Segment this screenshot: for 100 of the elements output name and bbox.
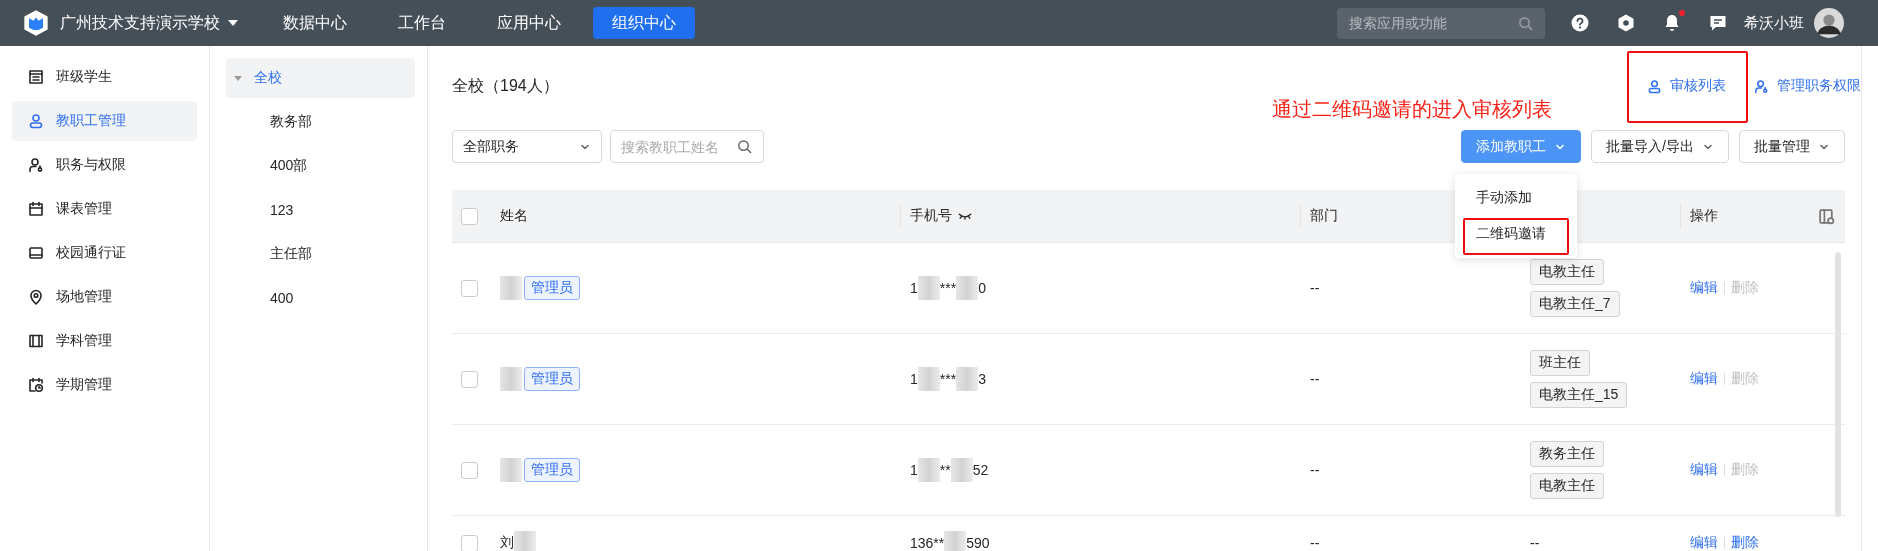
avatar[interactable] <box>1814 8 1844 38</box>
position-tag: 电教主任_7 <box>1530 291 1620 317</box>
text-fragment: ** <box>939 462 951 478</box>
redaction-blur <box>944 531 967 551</box>
role-tag: 管理员 <box>524 276 580 300</box>
tree-item[interactable]: 全校 <box>226 58 415 98</box>
tree-item[interactable]: 400 <box>226 278 415 318</box>
calendar-icon <box>28 201 44 217</box>
search-icon <box>1518 15 1533 31</box>
column-settings-icon[interactable] <box>1818 207 1835 225</box>
page-title: 全校（194人） <box>452 75 560 96</box>
edit-link[interactable]: 编辑 <box>1690 534 1718 551</box>
redaction-blur <box>956 367 979 391</box>
redaction-blur <box>500 458 522 482</box>
school-selector[interactable]: 广州技术支持演示学校 <box>60 12 238 34</box>
person-key-icon <box>1754 78 1769 94</box>
search-icon <box>737 139 752 154</box>
link[interactable]: 管理职务权限 <box>1754 77 1861 95</box>
menu-item[interactable]: 二维码邀请 <box>1455 216 1577 252</box>
redaction-blur <box>950 458 973 482</box>
caret-icon <box>228 20 238 26</box>
text-fragment: 1 <box>910 462 918 478</box>
redaction-blur <box>500 276 522 300</box>
person-icon <box>28 113 44 129</box>
text-fragment: 1 <box>910 371 918 387</box>
text-fragment: 刘 <box>500 534 514 551</box>
checkbox[interactable] <box>461 534 478 551</box>
calendar-clock-icon <box>28 377 44 393</box>
user-name: 希沃小班 <box>1744 13 1804 33</box>
sidebar-item[interactable]: 校园通行证 <box>12 233 197 273</box>
board-icon <box>28 69 44 85</box>
help-icon[interactable] <box>1570 13 1590 33</box>
search-field[interactable]: 搜索教职工姓名 <box>610 130 764 163</box>
checkbox[interactable] <box>461 370 478 388</box>
position-tag: 电教主任 <box>1530 473 1604 499</box>
position-tag: 电教主任 <box>1530 259 1604 285</box>
nav-tab[interactable]: 组织中心 <box>593 7 695 39</box>
edit-link[interactable]: 编辑 <box>1690 461 1718 479</box>
text-fragment: 52 <box>972 462 989 478</box>
sidebar-item[interactable]: 场地管理 <box>12 277 197 317</box>
redaction-blur <box>917 276 940 300</box>
redaction-blur <box>917 367 940 391</box>
nav-tab[interactable]: 应用中心 <box>478 7 580 39</box>
book-icon <box>28 333 44 349</box>
text-fragment: *** <box>939 280 957 296</box>
sidebar-item[interactable]: 课表管理 <box>12 189 197 229</box>
delete-link[interactable]: 删除 <box>1731 534 1759 551</box>
table-cell-text: -- <box>1309 462 1321 478</box>
scrollbar[interactable] <box>1835 252 1841 517</box>
redaction-blur <box>500 367 522 391</box>
card-icon <box>28 245 44 261</box>
column-header: 姓名 <box>499 206 529 225</box>
message-icon[interactable] <box>1708 13 1728 33</box>
text-fragment: 0 <box>978 280 986 296</box>
dropdown-button[interactable]: 批量导入/导出 <box>1591 130 1729 163</box>
expand-caret-icon[interactable] <box>234 75 242 81</box>
search-field[interactable]: 搜索应用或功能 <box>1337 7 1545 39</box>
sidebar-item[interactable]: 班级学生 <box>12 57 197 97</box>
checkbox[interactable] <box>461 461 478 479</box>
settings-icon[interactable] <box>1616 13 1636 33</box>
role-tag: 管理员 <box>524 367 580 391</box>
table-cell: -- <box>1530 535 1540 551</box>
position-tag: 电教主任_15 <box>1530 382 1628 408</box>
role-tag: 管理员 <box>524 458 580 482</box>
eye-closed-icon[interactable] <box>958 211 972 221</box>
tree-item[interactable]: 主任部 <box>226 234 415 274</box>
column-header: 手机号 <box>900 190 1300 242</box>
text-fragment: 136** <box>910 535 945 551</box>
sidebar-item[interactable]: 学期管理 <box>12 365 197 405</box>
tree-item[interactable]: 教务部 <box>226 102 415 142</box>
table-cell-text: -- <box>1309 535 1321 551</box>
column-header: 操作 <box>1680 190 1800 242</box>
tree-item[interactable]: 400部 <box>226 146 415 186</box>
text-fragment: 3 <box>978 371 986 387</box>
position-tag: 班主任 <box>1530 350 1590 376</box>
role-dropdown[interactable]: 全部职务 <box>452 130 602 163</box>
checkbox[interactable] <box>461 207 478 225</box>
edit-link[interactable]: 编辑 <box>1690 279 1718 297</box>
link[interactable]: 审核列表 <box>1647 77 1726 95</box>
redaction-blur <box>917 458 940 482</box>
position-tag: 教务主任 <box>1530 441 1604 467</box>
sidebar-item[interactable]: 职务与权限 <box>12 145 197 185</box>
annotation-text: 通过二维码邀请的进入审核列表 <box>1272 97 1552 122</box>
logo-icon <box>22 9 50 37</box>
table-cell-text: -- <box>1309 280 1321 296</box>
nav-tab[interactable]: 工作台 <box>379 7 465 39</box>
dropdown-button[interactable]: 批量管理 <box>1739 130 1845 163</box>
table-cell-text: -- <box>1309 371 1321 387</box>
checkbox[interactable] <box>461 279 478 297</box>
tree-item[interactable]: 123 <box>226 190 415 230</box>
text-fragment: 590 <box>966 535 990 551</box>
nav-tab[interactable]: 数据中心 <box>264 7 366 39</box>
location-pin-icon <box>28 289 44 305</box>
redaction-blur <box>956 276 979 300</box>
edit-link[interactable]: 编辑 <box>1690 370 1718 388</box>
person-key-icon <box>28 157 44 173</box>
sidebar-item[interactable]: 教职工管理 <box>12 101 197 141</box>
menu-item[interactable]: 手动添加 <box>1455 180 1577 216</box>
sidebar-item[interactable]: 学科管理 <box>12 321 197 361</box>
redaction-blur <box>514 531 536 551</box>
